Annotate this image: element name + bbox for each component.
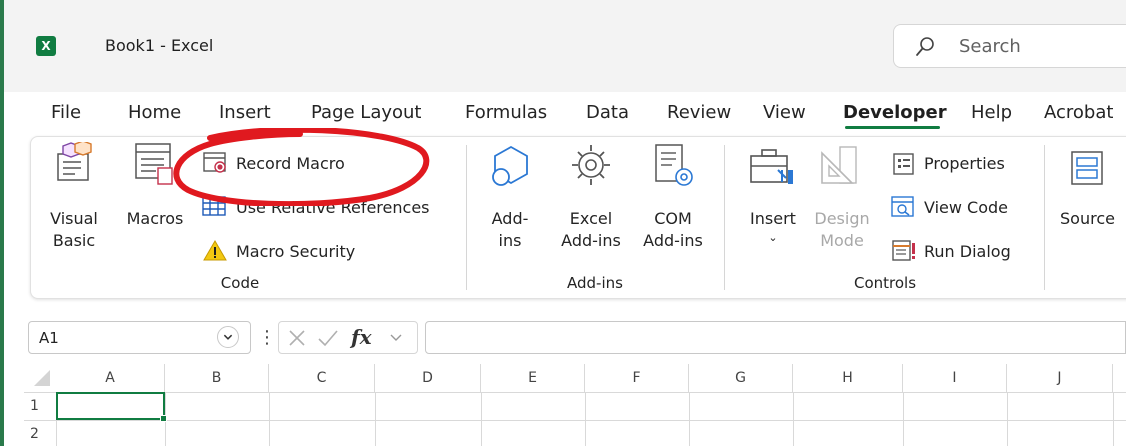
excel-addins-gear-icon [572,145,610,185]
view-code-button[interactable]: View Code [924,197,1008,219]
group-divider [724,145,725,290]
tab-page-layout[interactable]: Page Layout [311,102,422,123]
design-mode-label-line2: Mode [820,231,864,250]
tab-developer[interactable]: Developer [843,102,947,123]
formula-input[interactable] [425,321,1126,354]
window-title: Book1 - Excel [105,36,214,55]
name-box-value: A1 [39,329,59,347]
com-addins-label-line2: Add-ins [643,231,703,250]
view-code-icon [891,196,914,217]
search-label: Search [959,36,1021,57]
properties-button[interactable]: Properties [924,153,1005,175]
excel-app-icon-letter: X [41,39,51,53]
tab-data[interactable]: Data [586,102,629,123]
column-header-d[interactable]: D [375,364,481,392]
red-circle-annotation [173,128,430,206]
fill-handle[interactable] [160,415,167,422]
tab-formulas[interactable]: Formulas [465,102,547,123]
insert-function-icon[interactable]: fx [351,325,372,349]
source-button[interactable]: Source [1060,208,1126,230]
row-header-2[interactable]: 2 [24,426,56,442]
insert-control-toolbox-icon [750,149,793,184]
group-label-addins: Add-ins [567,274,623,292]
group-label-code: Code [220,274,260,292]
grid-line [481,392,482,446]
group-divider [1044,145,1045,290]
column-header-h[interactable]: H [793,364,903,392]
design-mode-button[interactable]: Design Mode [812,208,872,252]
name-box[interactable]: A1 [28,321,251,354]
grid-line [375,392,376,446]
tab-file[interactable]: File [51,102,81,123]
column-header-e[interactable]: E [481,364,585,392]
column-header-f[interactable]: F [585,364,689,392]
warning-icon [203,240,227,261]
addins-label-line2: ins [498,231,522,250]
visual-basic-button[interactable]: Visual Basic [46,208,102,252]
excel-addins-label-line1: Excel [569,209,613,228]
macro-security-button[interactable]: Macro Security [236,241,355,263]
com-addins-icon [655,144,693,186]
row-header-1[interactable]: 1 [24,398,56,414]
select-all-corner[interactable] [30,366,52,388]
macros-button[interactable]: Macros [120,208,190,230]
excel-app-icon[interactable]: X [36,36,60,56]
chevron-down-icon[interactable] [217,326,239,348]
excel-addins-label-line2: Add-ins [561,231,621,250]
design-mode-label-line1: Design [814,209,870,228]
cancel-icon[interactable] [287,328,307,348]
tab-acrobat[interactable]: Acrobat [1044,102,1113,123]
grid-line [269,392,270,446]
active-cell-a1[interactable] [56,392,165,420]
tab-review[interactable]: Review [667,102,731,123]
tab-view[interactable]: View [763,102,806,123]
grid-line [1113,392,1114,446]
formula-buttons-group: fx [278,321,418,354]
insert-control-button[interactable]: Insert ⌄ [746,208,800,246]
enter-icon[interactable] [317,328,339,348]
properties-icon [893,153,914,175]
search-box[interactable]: Search [893,24,1126,68]
active-tab-indicator [845,126,940,129]
tab-insert[interactable]: Insert [219,102,271,123]
grid-line [689,392,690,446]
com-addins-label-line1: COM [654,209,692,228]
excel-addins-button[interactable]: Excel Add-ins [553,208,629,252]
visual-basic-label-line1: Visual [50,209,98,228]
grid-line [793,392,794,446]
column-header-a[interactable]: A [56,364,165,392]
search-icon [916,37,934,56]
insert-control-dropdown-icon: ⌄ [768,231,778,244]
group-label-controls: Controls [853,274,917,292]
column-header-i[interactable]: I [903,364,1007,392]
visual-basic-icon [57,142,92,181]
column-header-j[interactable]: J [1007,364,1113,392]
group-divider [466,145,467,290]
design-mode-icon [821,146,857,184]
column-header-b[interactable]: B [165,364,269,392]
run-dialog-button[interactable]: Run Dialog [924,241,1011,263]
addins-label-line1: Add- [491,209,529,228]
com-addins-button[interactable]: COM Add-ins [635,208,711,252]
grid-line [585,392,586,446]
chevron-down-icon[interactable] [389,332,403,344]
column-header-c[interactable]: C [269,364,375,392]
grid-line [24,392,1126,393]
tab-home[interactable]: Home [128,102,181,123]
source-icon [1071,151,1103,185]
tab-help[interactable]: Help [971,102,1012,123]
addins-button[interactable]: Add- ins [488,208,532,252]
grid-line [24,420,1126,421]
column-header-g[interactable]: G [689,364,793,392]
grid-line [1007,392,1008,446]
addins-icon [492,145,528,186]
more-options-icon[interactable]: ⋮ [258,327,276,348]
run-dialog-icon [892,240,915,261]
visual-basic-label-line2: Basic [52,231,96,250]
insert-control-label: Insert [750,209,796,228]
grid-line [903,392,904,446]
